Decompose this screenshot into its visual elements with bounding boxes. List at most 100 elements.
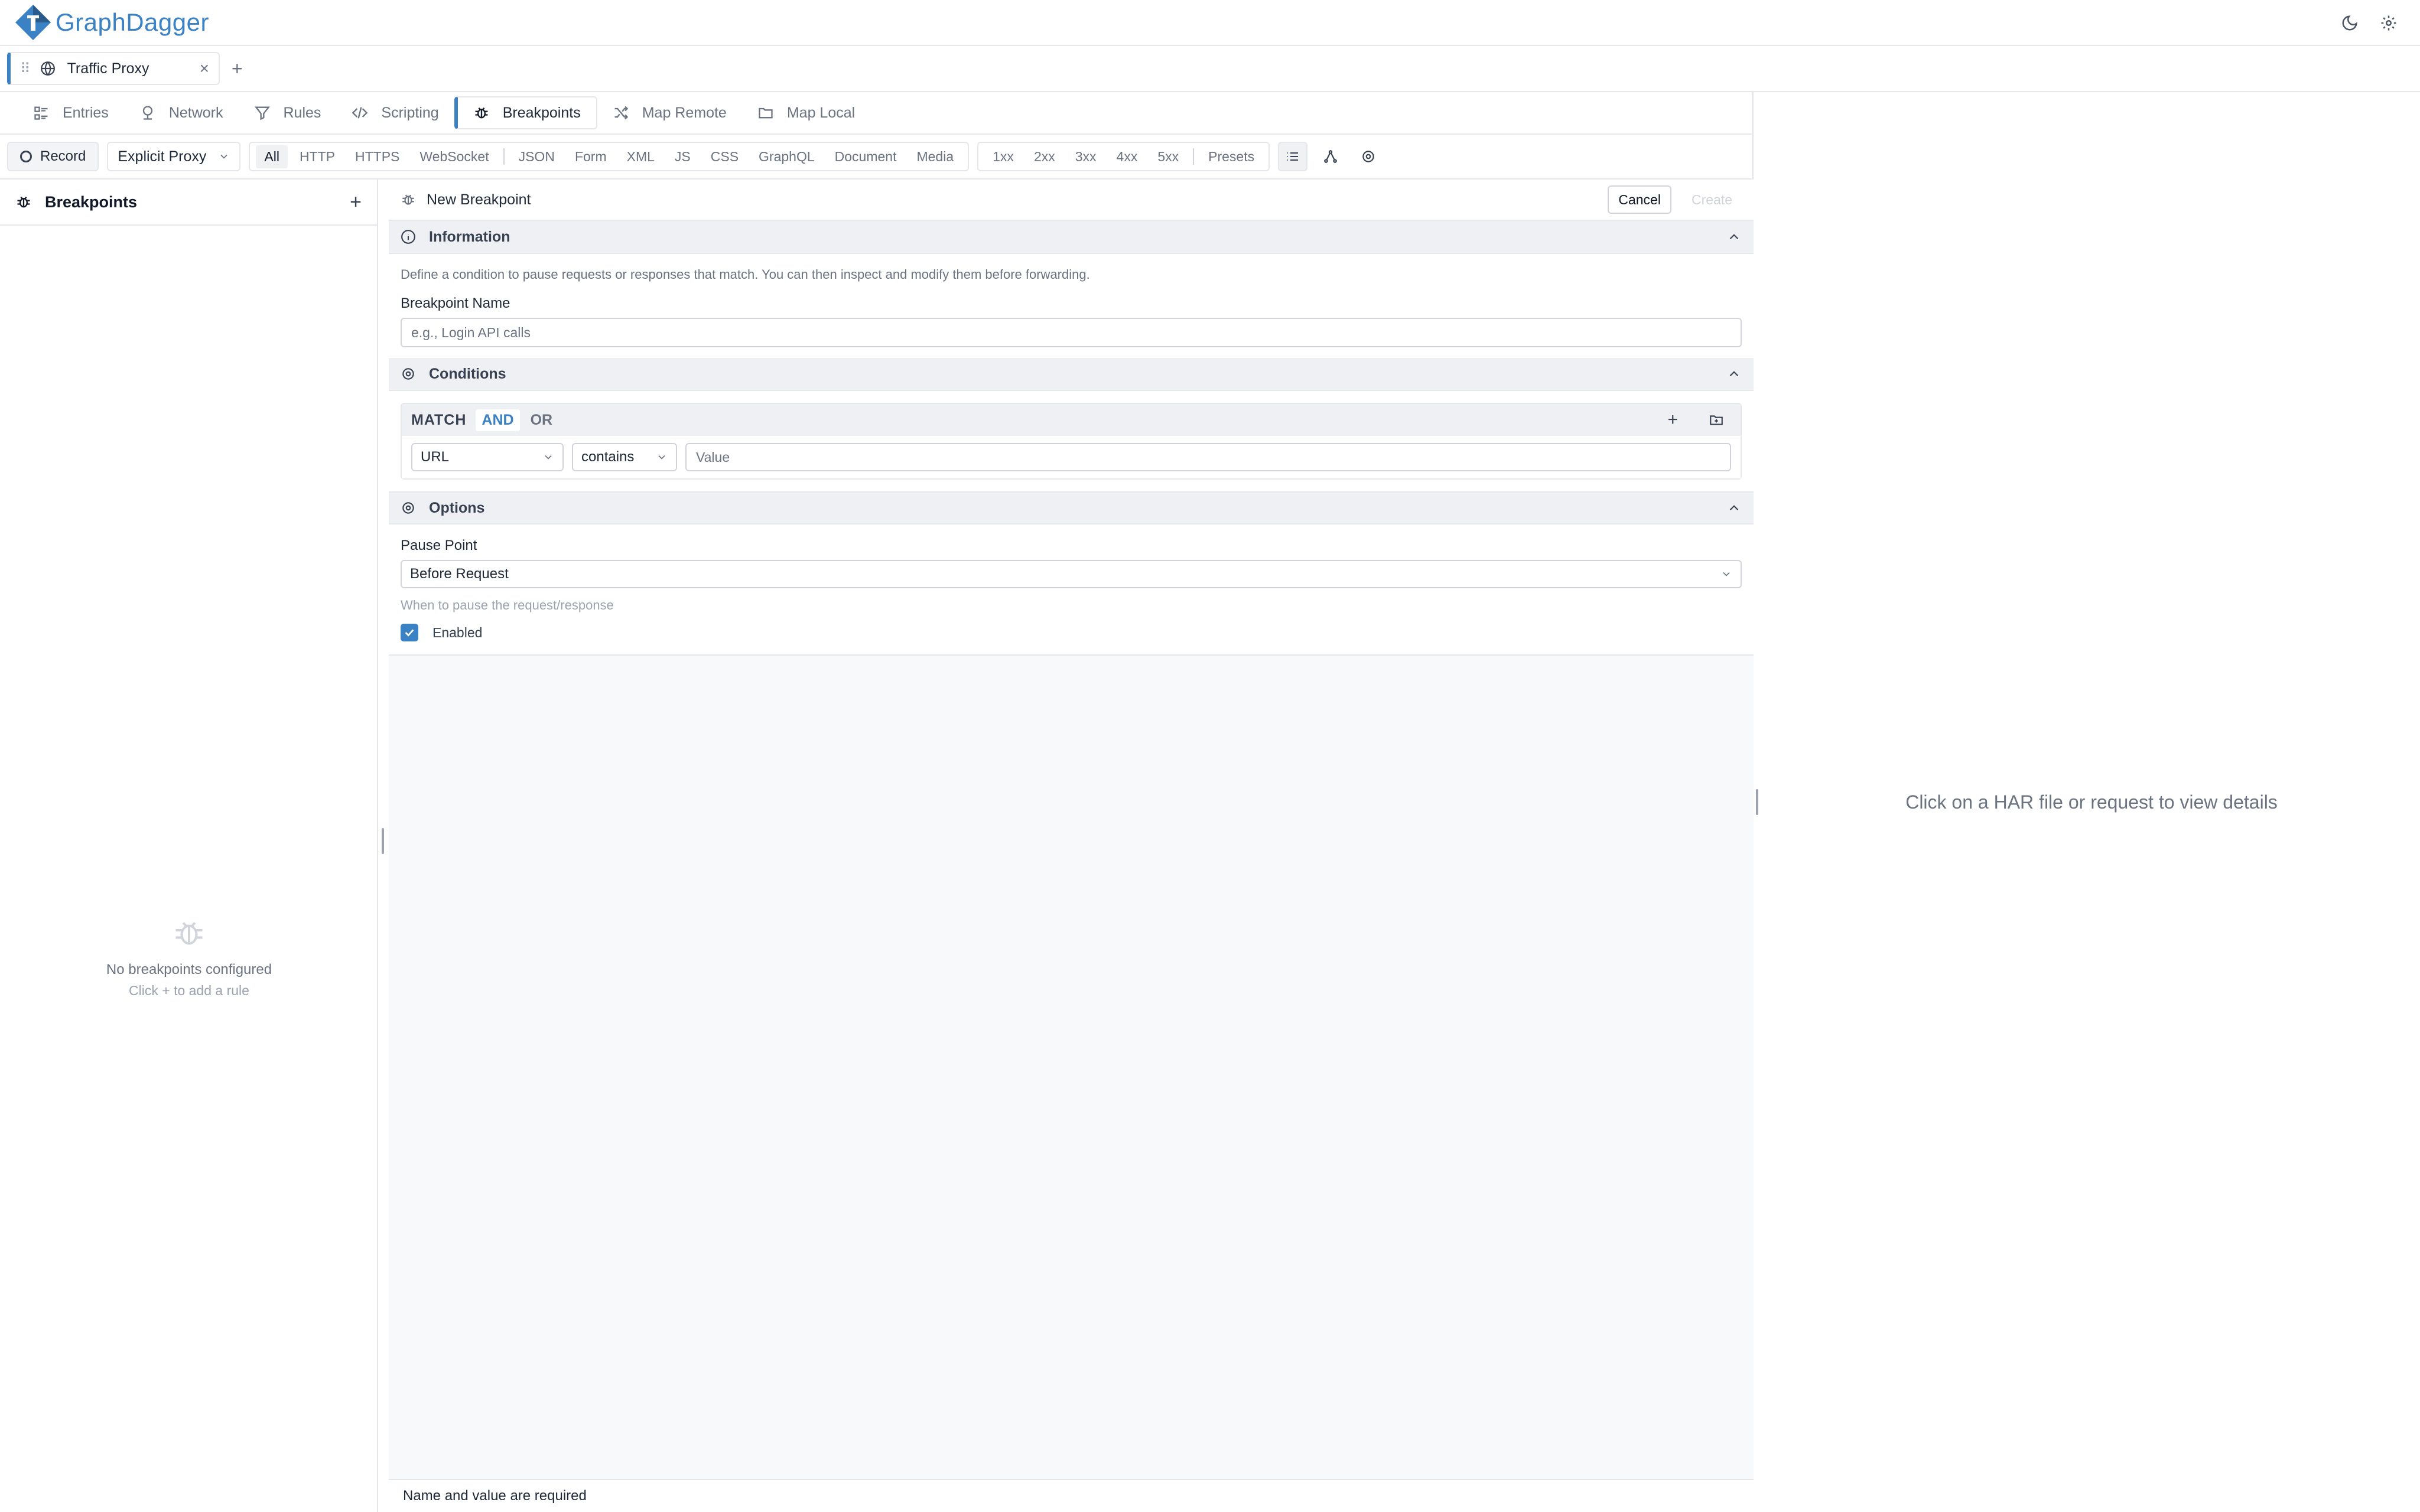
filter-icon bbox=[254, 106, 270, 120]
list-view-button[interactable] bbox=[1278, 142, 1308, 171]
tab-entries[interactable]: Entries bbox=[18, 96, 124, 129]
logic-and-toggle[interactable]: AND bbox=[476, 409, 520, 431]
add-group-icon[interactable] bbox=[1709, 412, 1724, 428]
chevron-up-icon[interactable] bbox=[1726, 366, 1742, 382]
toolbar-settings-button[interactable] bbox=[1354, 142, 1383, 171]
filter-form[interactable]: Form bbox=[567, 145, 615, 168]
logic-or-toggle[interactable]: OR bbox=[525, 409, 559, 431]
tab-breakpoints[interactable]: Breakpoints bbox=[454, 96, 597, 129]
tab-network[interactable]: Network bbox=[124, 96, 239, 129]
filter-json[interactable]: JSON bbox=[510, 145, 563, 168]
enabled-row: Enabled bbox=[401, 624, 1742, 641]
tab-traffic-proxy[interactable]: ⠿ Traffic Proxy × bbox=[7, 52, 220, 85]
pause-point-label: Pause Point bbox=[401, 537, 477, 553]
filter-http[interactable]: HTTP bbox=[291, 145, 343, 168]
enabled-label: Enabled bbox=[432, 624, 483, 640]
gear-icon bbox=[402, 502, 414, 514]
condition-group: MATCH AND OR + URL contains bbox=[401, 403, 1742, 480]
filter-3xx[interactable]: 3xx bbox=[1067, 145, 1105, 168]
editor-title: New Breakpoint bbox=[427, 191, 531, 208]
list-icon bbox=[34, 106, 48, 120]
breakpoint-name-input[interactable] bbox=[401, 318, 1742, 347]
settings-icon[interactable] bbox=[2379, 13, 2399, 33]
code-icon bbox=[352, 107, 368, 119]
filter-media[interactable]: Media bbox=[908, 145, 962, 168]
condition-value-input[interactable] bbox=[685, 443, 1731, 471]
filter-document[interactable]: Document bbox=[827, 145, 905, 168]
add-breakpoint-button[interactable]: + bbox=[350, 191, 362, 214]
tab-entries-label: Entries bbox=[63, 104, 109, 121]
proxy-mode-select[interactable]: Explicit Proxy bbox=[107, 142, 241, 171]
tab-map-local[interactable]: Map Local bbox=[742, 96, 870, 129]
pause-point-value: Before Request bbox=[410, 566, 509, 582]
filter-js[interactable]: JS bbox=[666, 145, 699, 168]
app-logo: GraphDagger bbox=[14, 4, 209, 41]
create-button[interactable]: Create bbox=[1682, 185, 1742, 214]
content-type-filters: All HTTP HTTPS WebSocket JSON Form XML J… bbox=[249, 142, 970, 171]
options-title: Options bbox=[429, 499, 485, 516]
divider bbox=[503, 148, 505, 165]
filter-presets[interactable]: Presets bbox=[1200, 145, 1263, 168]
graph-icon bbox=[1324, 150, 1337, 163]
filter-1xx[interactable]: 1xx bbox=[984, 145, 1022, 168]
main-pane: Entries Network Rules Scripting Breakpoi… bbox=[0, 92, 1754, 1512]
filter-all[interactable]: All bbox=[256, 145, 288, 168]
pause-point-select[interactable]: Before Request bbox=[401, 560, 1742, 588]
tab-network-label: Network bbox=[168, 104, 223, 121]
conditions-title: Conditions bbox=[429, 365, 506, 382]
tab-rules[interactable]: Rules bbox=[239, 96, 337, 129]
information-section-header[interactable]: Information bbox=[389, 221, 1754, 254]
information-title: Information bbox=[429, 228, 510, 245]
add-tab-button[interactable]: + bbox=[232, 58, 243, 80]
detail-resize-handle[interactable] bbox=[1756, 789, 1758, 815]
filter-toolbar: Record Explicit Proxy All HTTP HTTPS Web… bbox=[0, 133, 1754, 180]
filter-2xx[interactable]: 2xx bbox=[1026, 145, 1063, 168]
conditions-section-header[interactable]: Conditions bbox=[389, 358, 1754, 391]
filter-websocket[interactable]: WebSocket bbox=[411, 145, 497, 168]
dark-mode-icon[interactable] bbox=[2340, 13, 2360, 33]
bug-icon bbox=[175, 922, 203, 945]
logo-icon bbox=[15, 5, 51, 40]
sidebar-resize-handle[interactable] bbox=[382, 828, 384, 854]
gear-icon bbox=[402, 368, 414, 380]
waterfall-view-button[interactable] bbox=[1316, 142, 1345, 171]
detail-placeholder: Click on a HAR file or request to view d… bbox=[1905, 791, 2278, 813]
globe-icon bbox=[40, 61, 55, 76]
options-section-header[interactable]: Options bbox=[389, 491, 1754, 524]
chevron-up-icon[interactable] bbox=[1726, 500, 1742, 516]
tab-map-remote[interactable]: Map Remote bbox=[597, 96, 742, 129]
add-condition-icon[interactable]: + bbox=[1667, 410, 1678, 430]
detail-pane: Click on a HAR file or request to view d… bbox=[1763, 92, 2420, 1512]
chevron-down-icon bbox=[545, 455, 552, 460]
folder-icon bbox=[759, 107, 773, 119]
tab-map-remote-label: Map Remote bbox=[642, 104, 727, 121]
chevron-up-icon[interactable] bbox=[1726, 229, 1742, 245]
validation-message: Name and value are required bbox=[403, 1488, 587, 1504]
filter-css[interactable]: CSS bbox=[702, 145, 747, 168]
options-section: Pause Point Before Request When to pause… bbox=[389, 524, 1754, 656]
close-tab-icon[interactable]: × bbox=[200, 59, 209, 78]
condition-operator-select[interactable]: contains bbox=[572, 443, 677, 471]
network-icon bbox=[142, 106, 152, 120]
cancel-button[interactable]: Cancel bbox=[1608, 185, 1671, 214]
check-icon bbox=[405, 629, 414, 637]
condition-row: URL contains bbox=[402, 436, 1741, 478]
record-button[interactable]: Record bbox=[7, 142, 99, 171]
enabled-checkbox[interactable] bbox=[401, 624, 418, 641]
breakpoints-sidebar: Breakpoints + No breakpoints configured … bbox=[0, 180, 378, 1512]
filter-https[interactable]: HTTPS bbox=[347, 145, 408, 168]
filter-5xx[interactable]: 5xx bbox=[1149, 145, 1187, 168]
chevron-down-icon bbox=[1723, 572, 1730, 576]
sidebar-header: Breakpoints + bbox=[0, 180, 377, 226]
drag-grip-icon[interactable]: ⠿ bbox=[20, 60, 30, 77]
condition-operator-value: contains bbox=[581, 449, 635, 465]
breakpoint-name-label: Breakpoint Name bbox=[401, 295, 510, 311]
filter-4xx[interactable]: 4xx bbox=[1108, 145, 1146, 168]
filter-graphql[interactable]: GraphQL bbox=[750, 145, 823, 168]
filter-xml[interactable]: XML bbox=[619, 145, 663, 168]
empty-state: No breakpoints configured Click + to add… bbox=[0, 915, 378, 999]
empty-hint: Click + to add a rule bbox=[129, 983, 249, 998]
condition-field-select[interactable]: URL bbox=[411, 443, 564, 471]
tab-scripting[interactable]: Scripting bbox=[336, 96, 454, 129]
sidebar-title: Breakpoints bbox=[45, 193, 138, 211]
